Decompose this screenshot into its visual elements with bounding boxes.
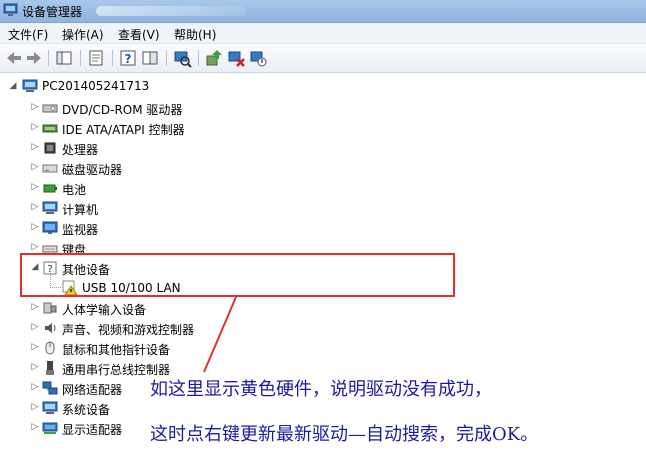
annotation-line-2: 这时点右键更新最新驱动—自动搜索，完成OK。 <box>150 424 539 445</box>
annotation-line-1: 如这里显示黄色硬件，说明驱动没有成功， <box>150 379 492 400</box>
